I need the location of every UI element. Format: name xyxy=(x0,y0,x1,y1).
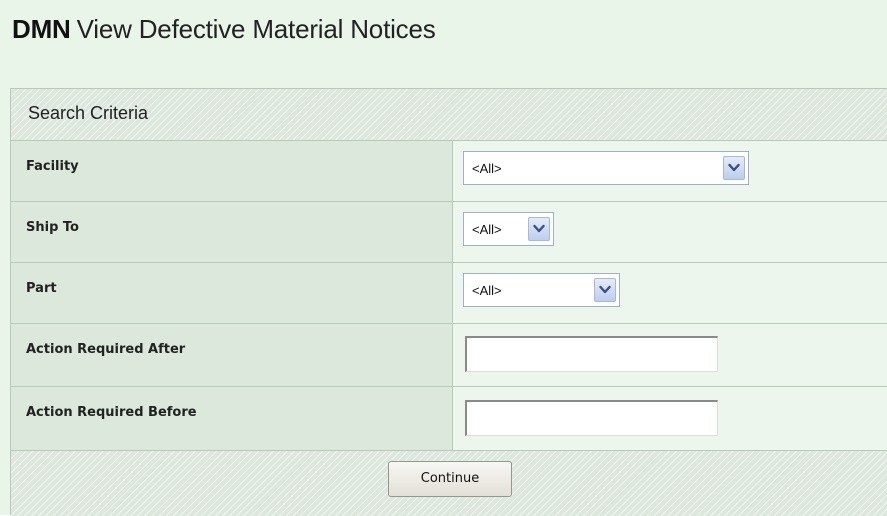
action-required-before-row: Action Required Before xyxy=(11,387,887,451)
ship-to-select[interactable]: <All> xyxy=(463,212,554,246)
action-required-after-label: Action Required After xyxy=(26,342,186,357)
facility-select-value: <All> xyxy=(472,161,502,176)
ship-to-row: Ship To <All> xyxy=(11,202,887,263)
facility-label-cell: Facility xyxy=(11,141,453,201)
continue-button[interactable]: Continue xyxy=(388,461,512,497)
part-label: Part xyxy=(26,281,57,296)
ship-to-label: Ship To xyxy=(26,220,79,235)
part-value-cell: <All> xyxy=(453,263,887,323)
ship-to-value-cell: <All> xyxy=(453,202,887,262)
action-required-after-input[interactable] xyxy=(465,336,718,372)
search-criteria-title: Search Criteria xyxy=(28,103,149,123)
page-title: DMN View Defective Material Notices xyxy=(12,14,436,45)
search-criteria-panel: Search Criteria Facility <All> Ship To <… xyxy=(10,88,887,516)
facility-select[interactable]: <All> xyxy=(463,151,749,185)
form-footer: Continue xyxy=(11,451,887,516)
facility-value-cell: <All> xyxy=(453,141,887,201)
chevron-down-icon[interactable] xyxy=(528,217,550,241)
search-criteria-header: Search Criteria xyxy=(11,89,887,141)
ship-to-select-value: <All> xyxy=(472,222,502,237)
part-select-value: <All> xyxy=(472,283,502,298)
part-label-cell: Part xyxy=(11,263,453,323)
page-title-code: DMN xyxy=(12,14,71,44)
chevron-down-icon[interactable] xyxy=(723,156,745,180)
action-required-after-row: Action Required After xyxy=(11,324,887,387)
ship-to-label-cell: Ship To xyxy=(11,202,453,262)
page-title-name: View Defective Material Notices xyxy=(76,14,436,44)
chevron-down-icon[interactable] xyxy=(594,278,616,302)
action-required-before-label-cell: Action Required Before xyxy=(11,387,453,450)
action-required-before-value-cell xyxy=(453,387,887,450)
action-required-before-input[interactable] xyxy=(465,400,718,436)
facility-label: Facility xyxy=(26,159,79,174)
part-row: Part <All> xyxy=(11,263,887,324)
part-select[interactable]: <All> xyxy=(463,273,620,307)
action-required-after-value-cell xyxy=(453,324,887,386)
action-required-before-label: Action Required Before xyxy=(26,405,197,420)
facility-row: Facility <All> xyxy=(11,141,887,202)
action-required-after-label-cell: Action Required After xyxy=(11,324,453,386)
